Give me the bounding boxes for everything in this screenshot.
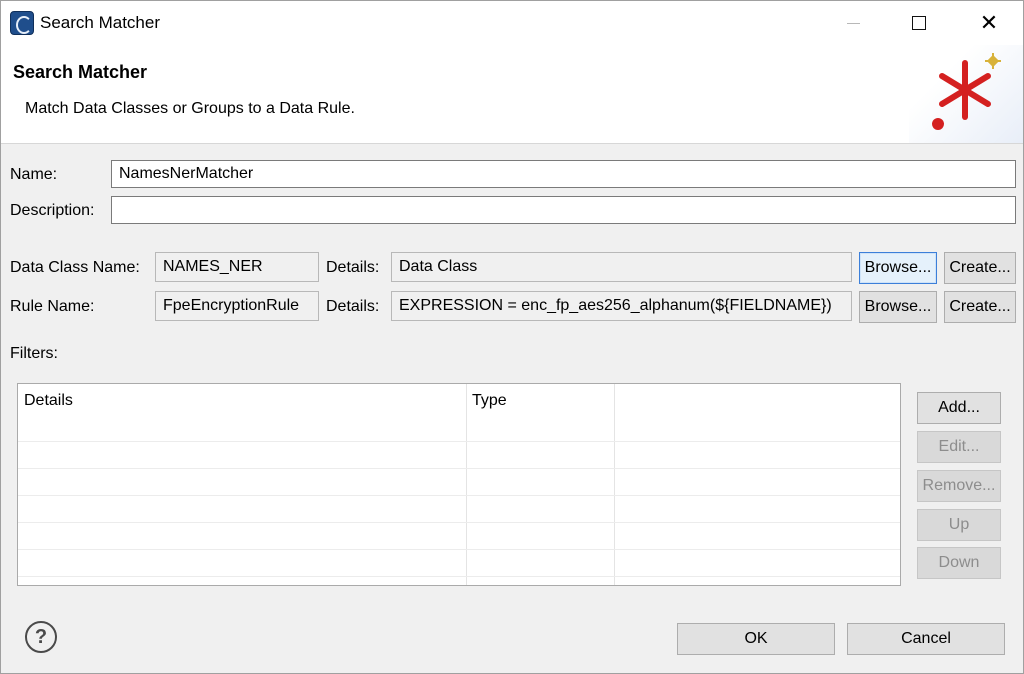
asterisk-wizard-icon — [909, 45, 1023, 143]
browse-data-class-button[interactable]: Browse... — [859, 252, 937, 284]
data-class-name-field: NAMES_NER — [155, 252, 319, 282]
maximize-icon — [912, 16, 926, 30]
move-up-button[interactable]: Up — [917, 509, 1001, 541]
column-header-details[interactable]: Details — [18, 384, 466, 442]
description-label: Description: — [10, 202, 95, 219]
cancel-button[interactable]: Cancel — [847, 623, 1005, 655]
column-divider — [614, 384, 615, 585]
banner-title: Search Matcher — [13, 62, 148, 82]
rule-details-field: EXPRESSION = enc_fp_aes256_alphanum(${FI… — [391, 291, 852, 321]
rule-name-field: FpeEncryptionRule — [155, 291, 319, 321]
browse-rule-button[interactable]: Browse... — [859, 291, 937, 323]
data-class-details-field: Data Class — [391, 252, 852, 282]
row-divider — [18, 468, 900, 469]
ok-button[interactable]: OK — [677, 623, 835, 655]
rule-name-label: Rule Name: — [10, 298, 95, 315]
close-icon: ✕ — [979, 10, 999, 35]
filters-table[interactable]: Details Type — [17, 383, 901, 586]
minimize-icon — [846, 22, 860, 24]
row-divider — [18, 522, 900, 523]
remove-filter-button[interactable]: Remove... — [917, 470, 1001, 502]
column-divider — [466, 384, 467, 585]
filters-label: Filters: — [10, 345, 58, 362]
name-label: Name: — [10, 166, 58, 183]
data-class-name-label: Data Class Name: — [10, 259, 140, 276]
name-input[interactable]: NamesNerMatcher — [111, 160, 1016, 188]
help-icon[interactable]: ? — [25, 621, 57, 653]
row-divider — [18, 549, 900, 550]
title-bar: Search Matcher ✕ — [1, 1, 1023, 45]
column-header-empty[interactable] — [614, 384, 900, 442]
data-class-details-label: Details: — [326, 259, 380, 276]
banner-description: Match Data Classes or Groups to a Data R… — [25, 100, 355, 117]
create-rule-button[interactable]: Create... — [944, 291, 1016, 323]
minimize-button[interactable] — [825, 1, 881, 45]
window-title: Search Matcher — [40, 13, 160, 32]
edit-filter-button[interactable]: Edit... — [917, 431, 1001, 463]
row-divider — [18, 441, 900, 442]
move-down-button[interactable]: Down — [917, 547, 1001, 579]
app-icon — [10, 11, 34, 35]
add-filter-button[interactable]: Add... — [917, 392, 1001, 424]
search-matcher-dialog: Search Matcher ✕ Search Matcher Match Da… — [0, 0, 1024, 674]
row-divider — [18, 495, 900, 496]
create-data-class-button[interactable]: Create... — [944, 252, 1016, 284]
column-header-type[interactable]: Type — [466, 384, 614, 442]
rule-details-label: Details: — [326, 298, 380, 315]
close-button[interactable]: ✕ — [961, 1, 1017, 45]
description-input[interactable] — [111, 196, 1016, 224]
dialog-banner: Search Matcher Match Data Classes or Gro… — [1, 45, 1023, 144]
maximize-button[interactable] — [891, 1, 947, 45]
row-divider — [18, 576, 900, 577]
